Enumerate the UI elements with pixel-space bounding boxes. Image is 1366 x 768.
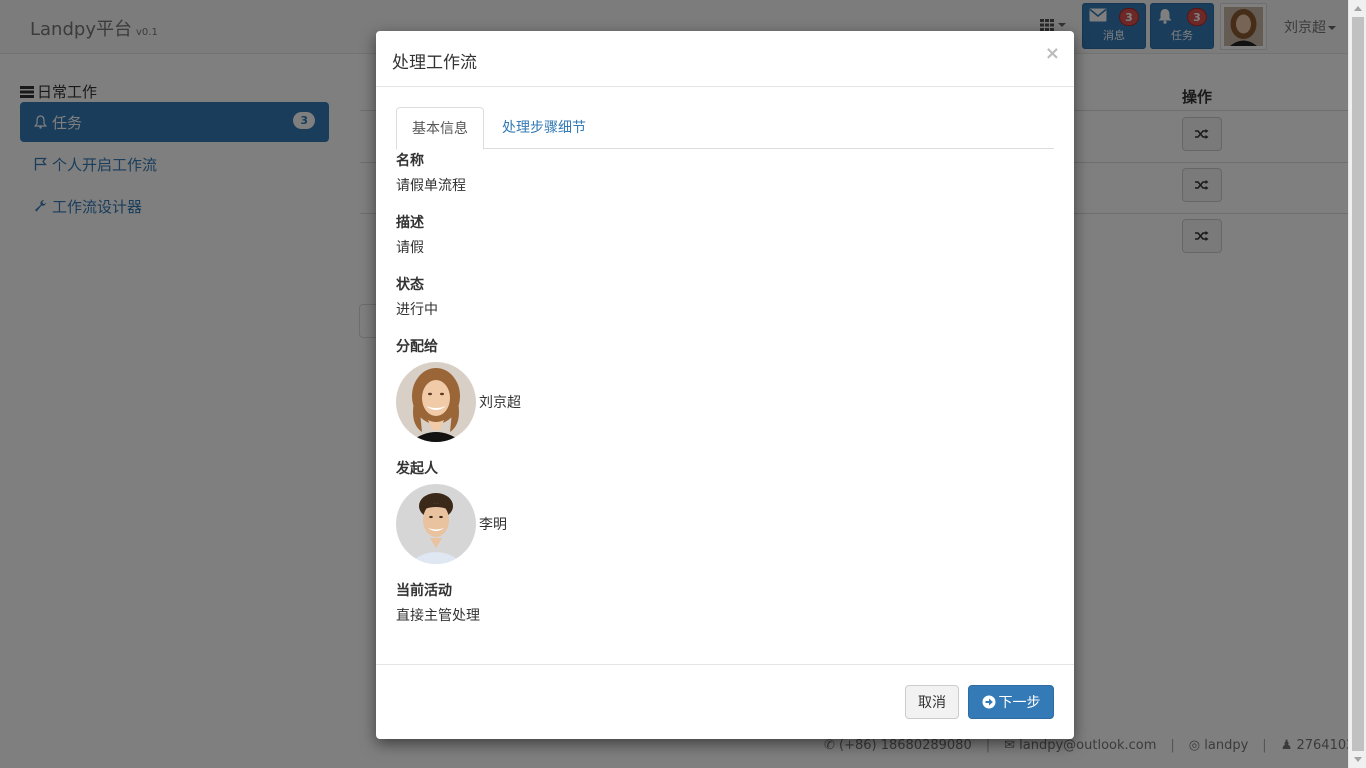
scrollbar-thumb[interactable] <box>1352 17 1364 751</box>
status-label: 状态 <box>396 277 424 293</box>
modal-header: 处理工作流 × <box>376 31 1074 87</box>
assignee-name: 刘京超 <box>479 395 521 411</box>
basic-info-panel: 名称 请假单流程 描述 请假 状态 进行中 分配给 刘京超 发起人 李明 当前活… <box>396 149 1054 626</box>
next-step-button[interactable]: 下一步 <box>968 685 1054 719</box>
name-label: 名称 <box>396 153 424 169</box>
current-activity-value: 直接主管处理 <box>396 608 480 624</box>
assignee: 刘京超 <box>396 362 1054 442</box>
next-step-label: 下一步 <box>998 694 1041 710</box>
assignee-avatar <box>396 362 476 442</box>
initiator-name: 李明 <box>479 517 507 533</box>
initiator: 李明 <box>396 484 1054 564</box>
tab-basic-info[interactable]: 基本信息 <box>396 107 484 150</box>
status-value: 进行中 <box>396 302 438 318</box>
cancel-button[interactable]: 取消 <box>905 685 959 719</box>
workflow-modal: 处理工作流 × 基本信息 处理步骤细节 名称 请假单流程 描述 请假 状态 进行… <box>376 31 1074 739</box>
modal-tabs: 基本信息 处理步骤细节 <box>396 107 1054 150</box>
scroll-up-icon[interactable] <box>1354 6 1362 11</box>
scroll-down-icon[interactable] <box>1354 757 1362 762</box>
current-activity-label: 当前活动 <box>396 583 452 599</box>
arrow-circle-right-icon <box>982 695 995 709</box>
modal-footer: 取消 下一步 <box>376 664 1074 739</box>
description-value: 请假 <box>396 240 424 256</box>
close-icon[interactable]: × <box>1045 43 1060 64</box>
description-label: 描述 <box>396 215 424 231</box>
assignee-label: 分配给 <box>396 339 438 355</box>
page-scrollbar[interactable] <box>1348 0 1366 768</box>
initiator-avatar <box>396 484 476 564</box>
name-value: 请假单流程 <box>396 178 466 194</box>
modal-title: 处理工作流 <box>392 53 477 73</box>
initiator-label: 发起人 <box>396 461 438 477</box>
tab-step-details[interactable]: 处理步骤细节 <box>487 107 601 149</box>
